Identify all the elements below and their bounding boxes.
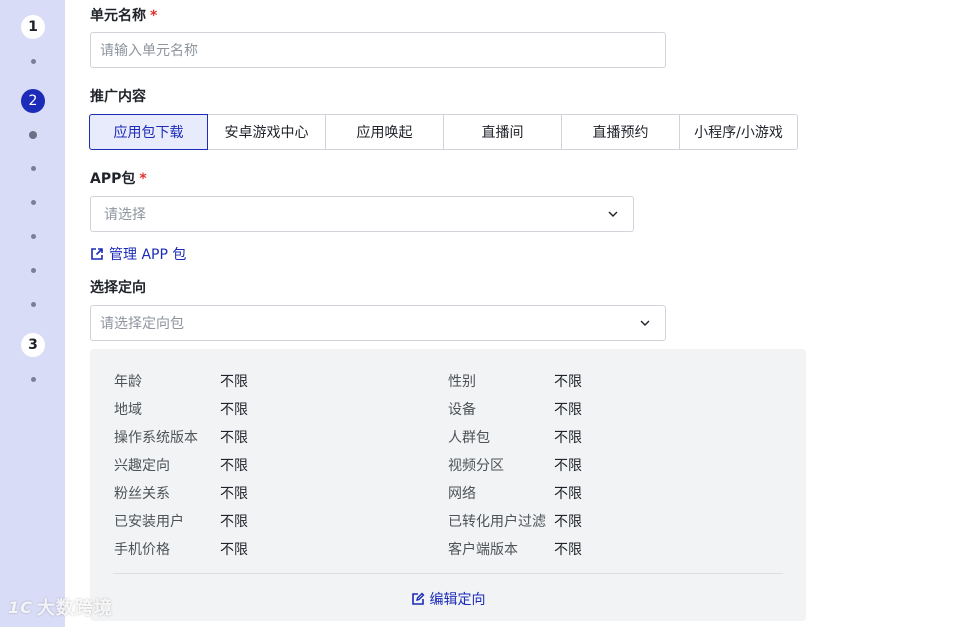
watermark-text: 大数跨境 (36, 598, 113, 619)
summary-key: 已转化用户过滤 (448, 514, 546, 530)
tab-live-reservation[interactable]: 直播预约 (561, 114, 680, 150)
step-dot (31, 268, 36, 273)
targeting-summary-panel: 年龄 不限 地域 不限 操作系统版本 不限 兴趣定向 不限 粉丝关系 不限 已安装用户 不限… (90, 349, 806, 621)
form-area: 单元名称 * 请输入单元名称 推广内容 应用包下载 安卓游戏中心 应用唤起 直播间… (65, 0, 976, 627)
unit-name-placeholder: 请输入单元名称 (100, 43, 198, 59)
summary-key: 操作系统版本 (114, 430, 198, 446)
summary-row: 手机价格 不限 (114, 539, 248, 559)
watermark-logo: 1C 大数跨境 (8, 594, 113, 620)
step-rail: 1 2 3 (0, 0, 65, 627)
summary-row: 性别 不限 (448, 371, 582, 391)
summary-row: 地域 不限 (114, 399, 248, 419)
summary-value: 不限 (554, 458, 582, 474)
chevron-down-icon (640, 320, 650, 326)
summary-row: 已安装用户 不限 (114, 511, 248, 531)
summary-key: 粉丝关系 (114, 486, 170, 502)
chevron-down-icon (608, 211, 618, 217)
summary-key: 网络 (448, 486, 476, 502)
summary-row: 客户端版本 不限 (448, 539, 582, 559)
step-dot (31, 377, 36, 382)
summary-row: 兴趣定向 不限 (114, 455, 248, 475)
summary-row: 年龄 不限 (114, 371, 248, 391)
summary-value: 不限 (220, 458, 248, 474)
unit-name-label: 单元名称 * (90, 5, 157, 25)
summary-value: 不限 (554, 514, 582, 530)
summary-value: 不限 (554, 374, 582, 390)
summary-row: 人群包 不限 (448, 427, 582, 447)
step-dot (31, 234, 36, 239)
edit-icon (411, 592, 424, 605)
step-3[interactable]: 3 (21, 333, 45, 357)
app-package-select[interactable]: 请选择 (90, 196, 634, 232)
step-dot (31, 302, 36, 307)
summary-key: 视频分区 (448, 458, 504, 474)
summary-row: 视频分区 不限 (448, 455, 582, 475)
manage-app-package-link[interactable]: 管理 APP 包 (90, 244, 186, 264)
tab-app-download[interactable]: 应用包下载 (89, 114, 208, 150)
summary-value: 不限 (554, 542, 582, 558)
summary-value: 不限 (220, 402, 248, 418)
summary-row: 设备 不限 (448, 399, 582, 419)
edit-targeting-button[interactable]: 编辑定向 (90, 589, 806, 609)
watermark-mark: 1C (8, 597, 33, 617)
app-package-label-text: APP包 (90, 171, 136, 187)
divider (113, 573, 783, 574)
summary-key: 年龄 (114, 374, 142, 390)
tab-mini-program[interactable]: 小程序/小游戏 (679, 114, 798, 150)
summary-key: 兴趣定向 (114, 458, 170, 474)
targeting-label: 选择定向 (90, 280, 146, 296)
required-mark: * (139, 171, 147, 187)
summary-key: 人群包 (448, 430, 490, 446)
targeting-select[interactable]: 请选择定向包 (90, 305, 666, 341)
summary-key: 手机价格 (114, 542, 170, 558)
promotion-label: 推广内容 (90, 89, 146, 105)
manage-link-text: 管理 APP 包 (109, 247, 187, 263)
summary-key: 已安装用户 (114, 514, 184, 530)
step-dot-current (29, 131, 37, 139)
summary-value: 不限 (220, 374, 248, 390)
targeting-placeholder: 请选择定向包 (100, 316, 184, 332)
summary-key: 设备 (448, 402, 476, 418)
step-dot (31, 166, 36, 171)
summary-value: 不限 (554, 486, 582, 502)
summary-row: 网络 不限 (448, 483, 582, 503)
summary-row: 已转化用户过滤 不限 (448, 511, 582, 531)
required-mark: * (150, 8, 158, 24)
edit-targeting-text: 编辑定向 (429, 592, 486, 608)
summary-value: 不限 (554, 402, 582, 418)
unit-name-input[interactable]: 请输入单元名称 (90, 32, 666, 68)
external-link-icon (91, 248, 103, 260)
tab-android-game-center[interactable]: 安卓游戏中心 (207, 114, 326, 150)
summary-key: 客户端版本 (448, 542, 518, 558)
unit-name-label-text: 单元名称 (90, 8, 146, 24)
step-dot (31, 59, 36, 64)
summary-row: 粉丝关系 不限 (114, 483, 248, 503)
tab-live-room[interactable]: 直播间 (443, 114, 562, 150)
step-dot (31, 200, 36, 205)
promotion-tabs: 应用包下载 安卓游戏中心 应用唤起 直播间 直播预约 小程序/小游戏 (89, 114, 798, 150)
step-1[interactable]: 1 (21, 15, 45, 39)
summary-value: 不限 (220, 542, 248, 558)
summary-value: 不限 (554, 430, 582, 446)
summary-value: 不限 (220, 514, 248, 530)
summary-key: 地域 (114, 402, 142, 418)
tab-app-invoke[interactable]: 应用唤起 (325, 114, 444, 150)
summary-key: 性别 (448, 374, 476, 390)
summary-value: 不限 (220, 486, 248, 502)
summary-row: 操作系统版本 不限 (114, 427, 248, 447)
app-package-label: APP包 * (90, 168, 147, 188)
step-2[interactable]: 2 (21, 89, 45, 113)
summary-value: 不限 (220, 430, 248, 446)
app-package-placeholder: 请选择 (104, 207, 146, 223)
